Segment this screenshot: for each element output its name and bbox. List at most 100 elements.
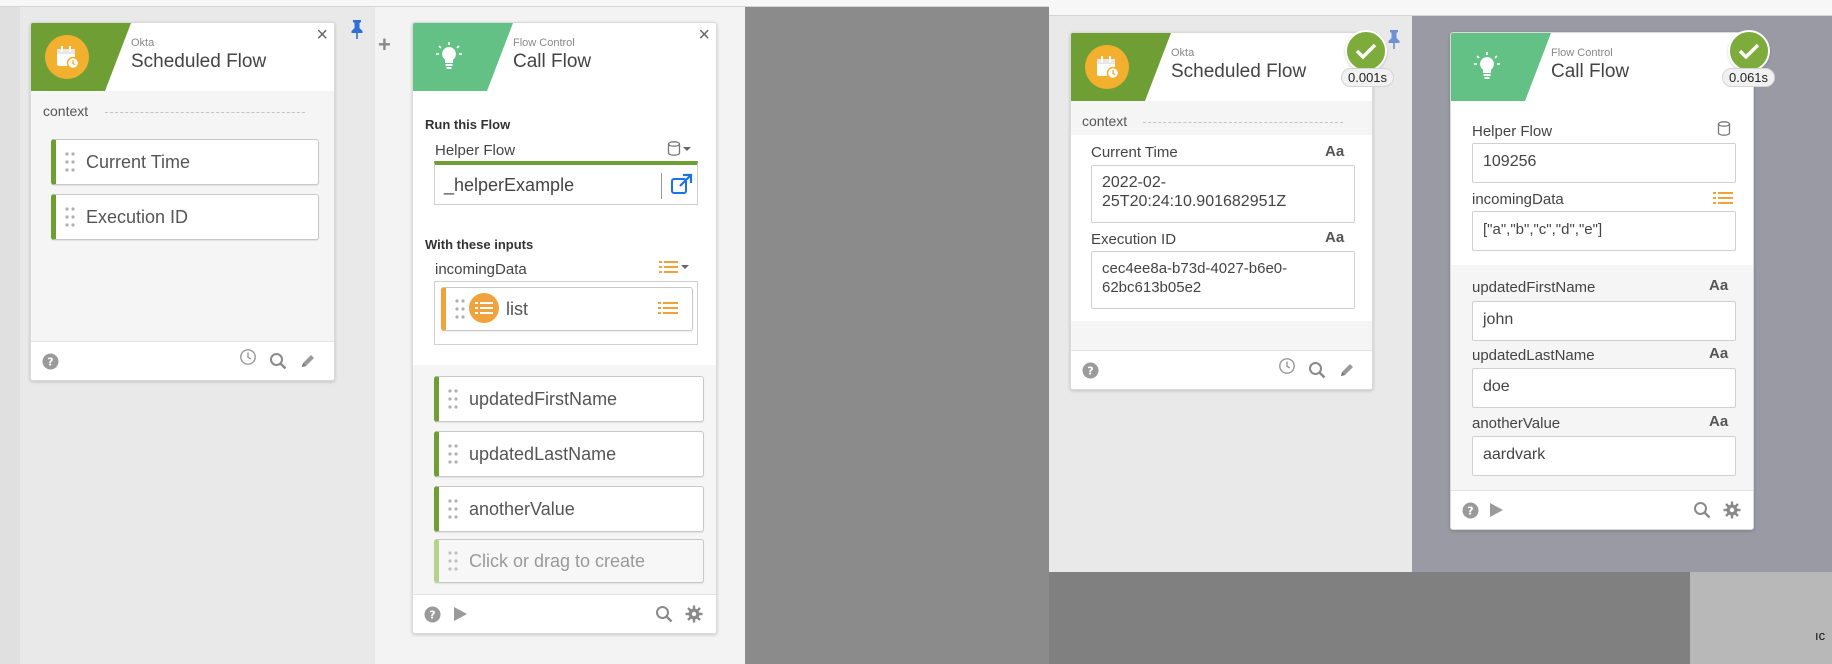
history-icon[interactable] [239, 348, 257, 366]
help-icon[interactable]: ? [423, 605, 441, 623]
help-icon[interactable]: ? [41, 352, 59, 370]
play-icon[interactable] [1487, 501, 1505, 519]
scheduled-flow-result-card: Okta Scheduled Flow context Current Time… [1070, 32, 1373, 390]
another-value-value: aardvark [1483, 446, 1546, 463]
execution-id-line-1: cec4ee8a-b73d-4027-b6e0- [1102, 260, 1288, 277]
create-output-placeholder[interactable]: Click or drag to create [434, 539, 704, 583]
text-type-marker: Aa [1325, 143, 1345, 160]
updated-last-name-value: doe [1483, 378, 1510, 395]
okta-band [31, 23, 131, 91]
updated-first-name-value-box[interactable]: john [1472, 301, 1736, 341]
field-label: Execution ID [86, 207, 189, 227]
search-icon[interactable] [269, 352, 287, 370]
field-current-time[interactable]: Current Time [51, 139, 319, 185]
card-category: Flow Control [1551, 47, 1613, 59]
output-updated-last-name[interactable]: updatedLastName [434, 431, 704, 477]
database-dropdown-icon[interactable] [667, 141, 693, 162]
okta-band [1071, 33, 1171, 101]
drag-handle-icon[interactable] [448, 443, 458, 465]
card-footer: ? [413, 594, 716, 633]
card-category: Flow Control [513, 37, 575, 49]
card-title: Call Flow [513, 51, 592, 72]
context-divider [105, 112, 305, 113]
output-label: updatedFirstName [469, 389, 618, 409]
current-time-value[interactable]: 2022-02- 25T20:24:10.901682951Z [1091, 165, 1355, 223]
list-icon [658, 301, 678, 320]
field-execution-id[interactable]: Execution ID [51, 194, 319, 240]
left-canvas-overlay [745, 0, 1049, 664]
current-time-line-1: 2022-02- [1102, 174, 1167, 191]
search-icon[interactable] [1693, 501, 1711, 519]
svg-text:?: ? [1087, 364, 1093, 377]
calendar-clock-icon [45, 35, 89, 79]
execution-id-label: Execution ID [1091, 231, 1177, 248]
pin-icon[interactable] [1385, 28, 1403, 55]
drag-handle-icon[interactable] [65, 151, 75, 173]
text-type-marker: Aa [1709, 277, 1729, 294]
help-icon[interactable]: ? [1081, 361, 1099, 379]
output-another-value[interactable]: anotherValue [434, 486, 704, 532]
updated-last-name-value-box[interactable]: doe [1472, 368, 1736, 408]
history-icon[interactable] [1278, 357, 1296, 375]
svg-text:?: ? [47, 355, 53, 368]
flow-control-band [1451, 33, 1551, 101]
incoming-data-label: incomingData [1472, 191, 1564, 208]
drag-handle-icon[interactable] [65, 206, 75, 228]
execution-id-value[interactable]: cec4ee8a-b73d-4027-b6e0- 62bc613b05e2 [1091, 251, 1355, 309]
lightbulb-icon [427, 35, 471, 79]
helper-flow-input[interactable]: _helperExample [434, 161, 698, 205]
database-icon [1717, 121, 1731, 142]
context-label: context [1082, 113, 1128, 129]
drag-handle-icon[interactable] [448, 388, 458, 410]
search-icon[interactable] [1308, 361, 1326, 379]
calendar-clock-icon [1085, 45, 1129, 89]
updated-last-name-label: updatedLastName [1472, 347, 1595, 364]
help-icon[interactable]: ? [1461, 501, 1479, 519]
edit-icon[interactable] [299, 352, 317, 370]
call-flow-card: Flow Control Call Flow × Run this Flow H… [412, 22, 717, 634]
success-check-icon [1728, 30, 1770, 72]
output-label: updatedLastName [469, 444, 617, 464]
search-icon[interactable] [655, 605, 673, 623]
gear-icon[interactable] [685, 605, 703, 623]
card-category: Okta [131, 37, 155, 49]
close-icon[interactable]: × [698, 25, 710, 45]
card-body: context Current Time Execution ID [31, 91, 334, 344]
list-dropdown-icon[interactable] [659, 259, 691, 280]
helper-flow-value-box[interactable]: 109256 [1472, 143, 1736, 183]
text-type-marker: Aa [1709, 413, 1729, 430]
pin-icon[interactable] [348, 18, 366, 45]
helper-flow-label: Helper Flow [435, 142, 516, 159]
add-card-button[interactable]: + [378, 32, 391, 58]
lightbulb-icon [1465, 45, 1509, 89]
right-bottom-panel [1690, 572, 1832, 664]
edit-icon[interactable] [1338, 361, 1356, 379]
svg-text:?: ? [429, 608, 435, 621]
helper-flow-label: Helper Flow [1472, 123, 1553, 140]
external-link-icon[interactable] [669, 173, 693, 202]
execution-id-line-2: 62bc613b05e2 [1102, 279, 1202, 296]
incoming-data-dropzone[interactable]: list [434, 281, 698, 345]
list-pill[interactable]: list [441, 287, 693, 331]
call-flow-result-card: Flow Control Call Flow Helper Flow 10925… [1450, 32, 1754, 530]
close-icon[interactable]: × [316, 25, 328, 45]
card-body: context Current Time Aa 2022-02- 25T20:2… [1071, 101, 1372, 353]
gear-icon[interactable] [1723, 501, 1741, 519]
drag-handle-icon[interactable] [455, 298, 465, 320]
svg-text:?: ? [1467, 504, 1473, 517]
execution-time-badge: 0.061s [1722, 68, 1776, 87]
card-header: Okta Scheduled Flow [1071, 33, 1372, 102]
drag-handle-icon[interactable] [448, 550, 458, 572]
incoming-data-value-box[interactable]: ["a","b","c","d","e"] [1472, 211, 1736, 251]
list-type-icon [469, 293, 499, 323]
field-label: Current Time [86, 152, 191, 172]
inputs-section: Run this Flow Helper Flow _helperExample… [413, 91, 716, 365]
another-value-value-box[interactable]: aardvark [1472, 436, 1736, 476]
output-updated-first-name[interactable]: updatedFirstName [434, 376, 704, 422]
updated-first-name-value: john [1483, 311, 1514, 328]
drag-handle-icon[interactable] [448, 498, 458, 520]
play-icon[interactable] [451, 605, 469, 623]
card-title: Scheduled Flow [1171, 61, 1307, 82]
flow-control-band [413, 23, 513, 91]
current-time-label: Current Time [1091, 144, 1178, 161]
